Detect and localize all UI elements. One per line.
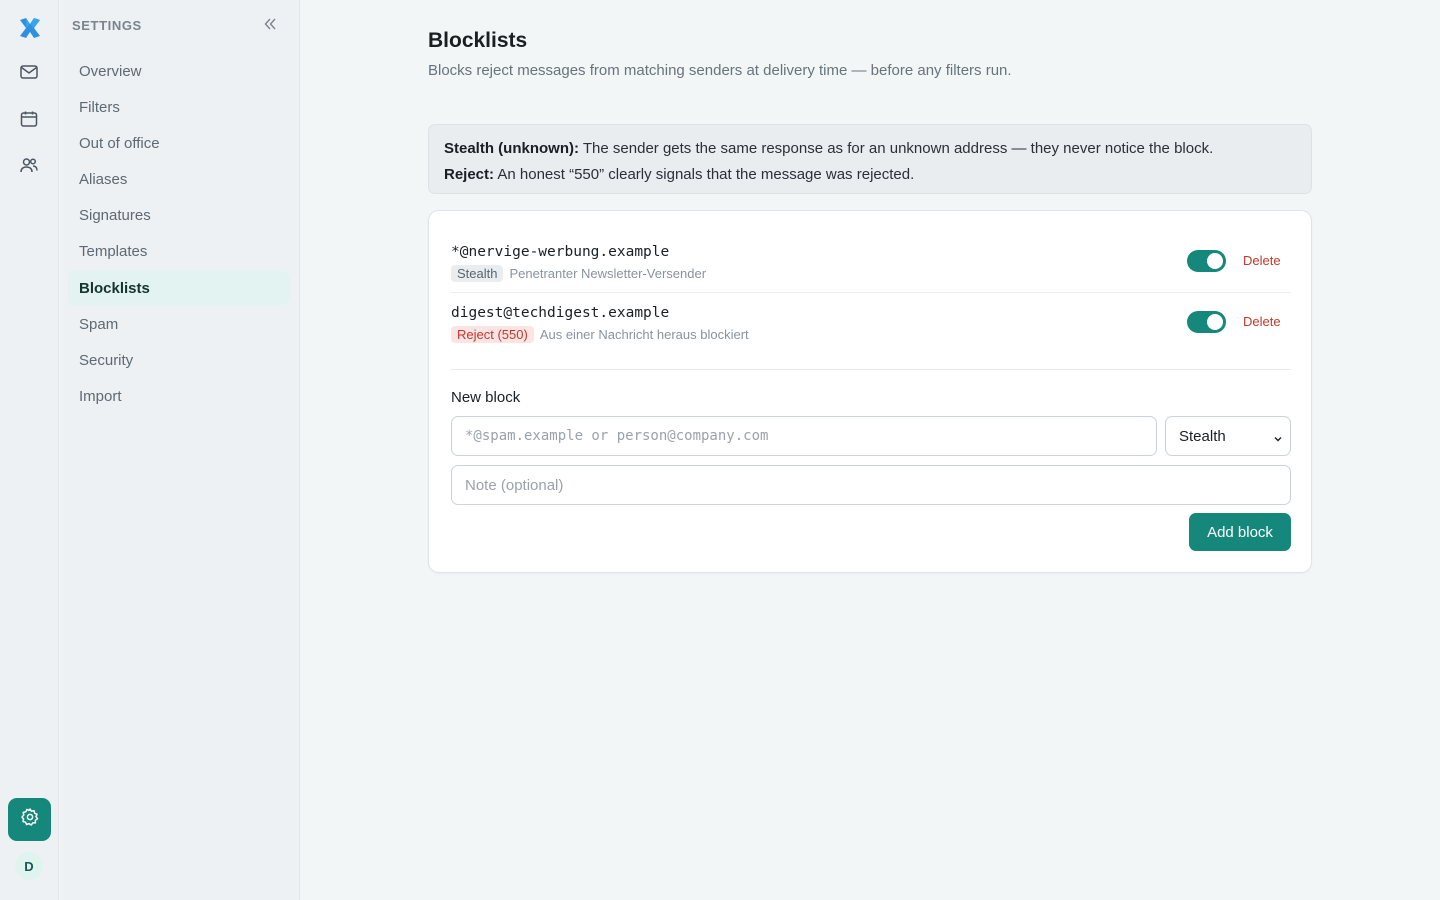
settings-button[interactable] [8,798,51,841]
gear-icon [20,807,40,832]
blocklist-card: *@nervige-werbung.example Stealth Penetr… [428,210,1312,573]
block-address: digest@techdigest.example [451,305,670,321]
info-reject-line: Reject: An honest “550” clearly signals … [444,162,1296,188]
info-stealth-label: Stealth (unknown): [444,140,579,157]
block-mode-select[interactable]: Stealth [1165,416,1291,456]
block-address-input[interactable] [451,416,1157,456]
sidebar-heading: SETTINGS [72,18,142,33]
contacts-icon[interactable] [12,148,46,182]
sidebar-item-overview[interactable]: Overview [68,54,290,88]
mail-icon[interactable] [12,55,46,89]
settings-sidebar: SETTINGS Overview Filters Out of office … [60,0,300,900]
block-note: Penetranter Newsletter-Versender [509,266,707,281]
select-value: Stealth [1179,427,1226,445]
block-address: *@nervige-werbung.example [451,244,670,260]
list-item: digest@techdigest.example Reject (550) A… [451,294,1291,354]
toggle-knob [1207,253,1223,269]
note-input[interactable] [451,465,1291,505]
avatar[interactable]: D [15,852,43,880]
mode-badge: Reject (550) [451,326,534,343]
sidebar-item-import[interactable]: Import [68,380,290,414]
delete-button[interactable]: Delete [1243,314,1281,329]
block-note: Aus einer Nachricht heraus blockiert [539,327,749,342]
block-enabled-toggle[interactable] [1187,250,1226,272]
collapse-sidebar-button[interactable] [258,14,282,38]
sidebar-item-out-of-office[interactable]: Out of office [68,126,290,160]
sidebar-item-signatures[interactable]: Signatures [68,199,290,233]
info-reject-text: An honest “550” clearly signals that the… [494,165,915,183]
page-title: Blocklists [428,29,528,52]
block-meta: Stealth Penetranter Newsletter-Versender [451,265,706,282]
info-stealth-line: Stealth (unknown): The sender gets the s… [444,136,1296,162]
sidebar-item-aliases[interactable]: Aliases [68,163,290,197]
toggle-knob [1207,314,1223,330]
info-reject-label: Reject: [444,165,495,183]
info-box: Stealth (unknown): The sender gets the s… [428,124,1312,194]
double-chevron-left-icon [262,16,278,37]
add-block-button[interactable]: Add block [1189,513,1291,551]
calendar-icon[interactable] [12,102,46,136]
delete-button[interactable]: Delete [1243,253,1281,268]
new-block-label: New block [451,389,521,406]
chevron-down-icon [1273,431,1283,448]
sidebar-item-filters[interactable]: Filters [68,90,290,124]
list-item: *@nervige-werbung.example Stealth Penetr… [451,233,1291,293]
settings-nav: Overview Filters Out of office Aliases S… [68,54,290,416]
page-description: Blocks reject messages from matching sen… [428,62,1012,79]
app-logo-icon[interactable] [16,14,44,42]
info-stealth-text: The sender gets the same response as for… [579,140,1214,157]
mode-badge: Stealth [451,265,504,282]
divider [451,369,1291,370]
sidebar-item-spam[interactable]: Spam [68,307,290,341]
sidebar-item-templates[interactable]: Templates [68,235,290,269]
sidebar-item-security[interactable]: Security [68,344,290,378]
block-meta: Reject (550) Aus einer Nachricht heraus … [451,326,749,343]
app-rail: D [0,0,59,900]
sidebar-item-blocklists[interactable]: Blocklists [68,271,290,306]
block-enabled-toggle[interactable] [1187,311,1226,333]
